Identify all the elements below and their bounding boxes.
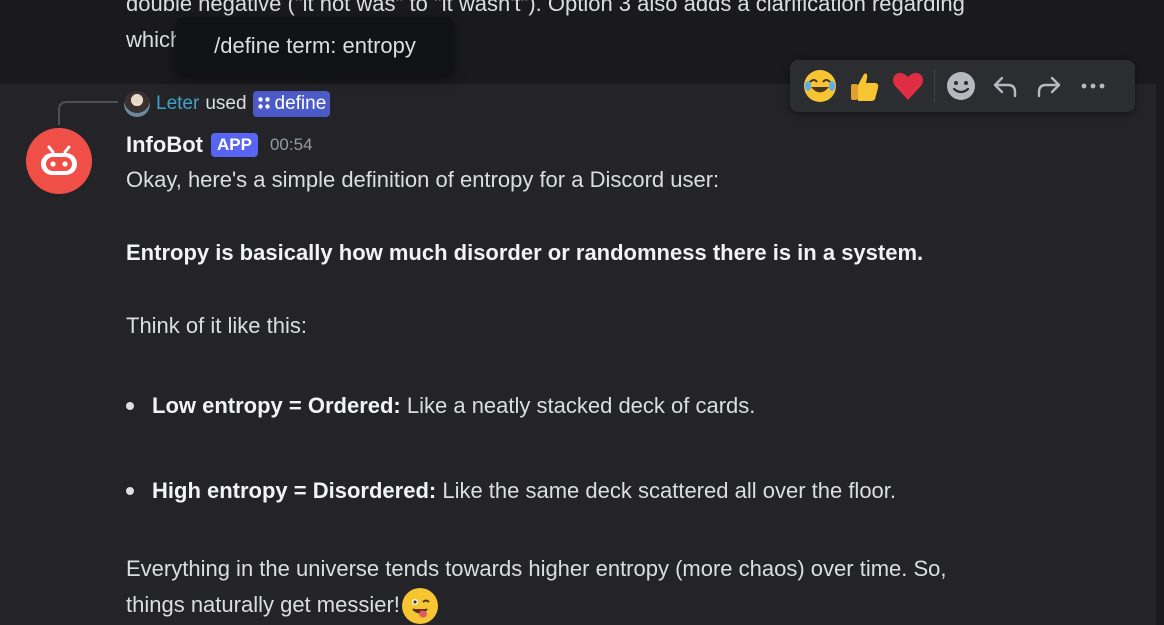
reply-used-label: used xyxy=(205,93,247,114)
robot-icon xyxy=(41,145,77,175)
list-item: Low entropy = Ordered: Like a neatly sta… xyxy=(126,388,1106,424)
joy-emoji-icon[interactable] xyxy=(798,64,842,108)
message-content: Okay, here's a simple definition of entr… xyxy=(126,162,1106,625)
message-actions-toolbar xyxy=(790,60,1135,112)
bullet-dot xyxy=(126,402,134,410)
heart-emoji-icon[interactable] xyxy=(886,64,930,108)
command-pill[interactable]: define xyxy=(252,91,331,117)
reply-username[interactable]: Leter xyxy=(156,93,199,115)
think-text: Think of it like this: xyxy=(126,313,307,338)
definition-bold: Entropy is basically how much disorder o… xyxy=(126,240,924,265)
reply-connector xyxy=(58,101,118,125)
reply-icon[interactable] xyxy=(983,64,1027,108)
bullet-text: Like a neatly stacked deck of cards. xyxy=(400,393,756,418)
bot-avatar[interactable] xyxy=(26,128,92,194)
command-tooltip: /define term: entropy xyxy=(176,17,454,75)
command-reply-header: Leter used define xyxy=(124,90,331,118)
bot-username[interactable]: InfoBot xyxy=(126,132,203,158)
conclusion-text-line2: things naturally get messier! xyxy=(126,592,400,617)
message-timestamp[interactable]: 00:54 xyxy=(270,135,313,155)
bullet-dot xyxy=(126,487,134,495)
intro-text: Okay, here's a simple definition of entr… xyxy=(126,167,720,192)
forward-icon[interactable] xyxy=(1027,64,1071,108)
more-icon[interactable] xyxy=(1071,64,1115,108)
winking-tongue-emoji-icon xyxy=(401,588,438,625)
tooltip-arrow xyxy=(304,74,324,84)
message-header: InfoBot APP 00:54 xyxy=(126,130,312,160)
bullet-label: High entropy = Disordered: xyxy=(152,478,437,503)
conclusion-text-2: things naturally get messier! xyxy=(126,587,1106,625)
bullet-label: Low entropy = Ordered: xyxy=(152,393,401,418)
list-item: High entropy = Disordered: Like the same… xyxy=(126,473,1106,509)
command-name: define xyxy=(274,93,327,114)
tooltip-text: /define term: entropy xyxy=(214,33,416,58)
thumbs-up-emoji-icon[interactable] xyxy=(842,64,886,108)
scrollbar-track[interactable] xyxy=(1156,0,1164,625)
slash-command-icon xyxy=(257,96,271,113)
bullet-text: Like the same deck scattered all over th… xyxy=(436,478,897,503)
app-badge: APP xyxy=(210,133,258,157)
conclusion-text: Everything in the universe tends towards… xyxy=(126,556,947,581)
add-reaction-icon[interactable] xyxy=(939,64,983,108)
reply-user-avatar[interactable] xyxy=(124,91,150,117)
toolbar-divider xyxy=(934,69,935,103)
